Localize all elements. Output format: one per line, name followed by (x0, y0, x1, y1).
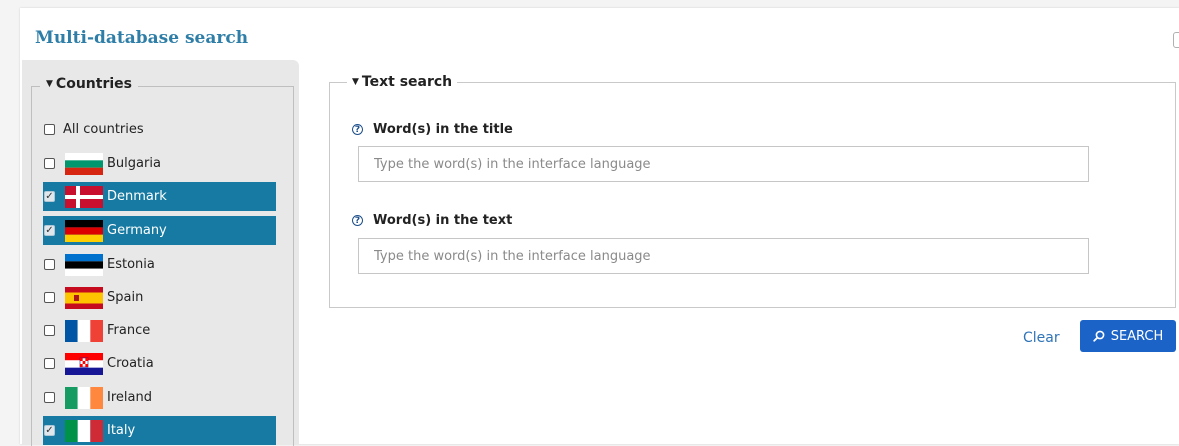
text-search-fieldset (329, 82, 1176, 308)
title-field-label: ? Word(s) in the title (352, 122, 513, 137)
panel-corner-control[interactable] (1173, 32, 1179, 48)
text-search-legend[interactable]: ▼ Text search (347, 73, 458, 93)
text-field-label: ? Word(s) in the text (352, 213, 512, 228)
country-label: Italy (107, 423, 136, 438)
country-row-germany[interactable]: ✓ Germany (43, 216, 276, 245)
country-checkbox[interactable] (44, 392, 55, 403)
country-checkbox[interactable] (44, 358, 55, 369)
france-flag-icon (65, 319, 103, 342)
country-label: Croatia (107, 356, 154, 371)
country-label: Estonia (107, 257, 155, 272)
country-row-all[interactable]: All countries (43, 115, 276, 144)
help-icon[interactable]: ? (352, 215, 363, 226)
page-title: Multi-database search (35, 28, 249, 48)
country-checkbox[interactable]: ✓ (44, 425, 55, 436)
text-search-legend-label: Text search (361, 74, 453, 90)
country-row-croatia[interactable]: Croatia (43, 349, 276, 378)
croatia-flag-icon (65, 352, 103, 375)
country-checkbox[interactable]: ✓ (44, 225, 55, 236)
country-row-denmark[interactable]: ✓ Denmark (43, 182, 276, 211)
country-label: Spain (107, 290, 144, 305)
country-checkbox[interactable]: ✓ (44, 191, 55, 202)
country-checkbox[interactable] (44, 325, 55, 336)
countries-legend[interactable]: ▼ Countries (40, 75, 138, 95)
caret-down-icon: ▼ (46, 79, 53, 89)
country-label: Ireland (107, 390, 152, 405)
all-countries-label: All countries (63, 122, 144, 137)
italy-flag-icon (65, 419, 103, 442)
country-checkbox[interactable] (44, 158, 55, 169)
caret-down-icon: ▼ (352, 77, 359, 87)
country-label: Germany (107, 223, 167, 238)
country-checkbox[interactable] (44, 259, 55, 270)
estonia-flag-icon (65, 253, 103, 276)
text-field-label-text: Word(s) in the text (373, 213, 513, 228)
country-row-spain[interactable]: Spain (43, 283, 276, 312)
search-button-label: SEARCH (1110, 328, 1164, 344)
country-label: Bulgaria (107, 156, 161, 171)
title-field-label-text: Word(s) in the title (373, 122, 513, 137)
text-words-input[interactable] (358, 238, 1089, 274)
denmark-flag-icon (65, 185, 103, 208)
country-checkbox[interactable] (44, 292, 55, 303)
search-icon (1092, 330, 1105, 342)
title-words-input[interactable] (358, 146, 1089, 182)
help-icon[interactable]: ? (352, 124, 363, 135)
country-row-italy[interactable]: ✓ Italy (43, 416, 276, 445)
search-button[interactable]: SEARCH (1080, 320, 1176, 352)
spain-flag-icon (65, 286, 103, 309)
ireland-flag-icon (65, 386, 103, 409)
country-label: Denmark (107, 189, 167, 204)
country-row-bulgaria[interactable]: Bulgaria (43, 149, 276, 178)
bulgaria-flag-icon (65, 152, 103, 175)
country-row-ireland[interactable]: Ireland (43, 383, 276, 412)
country-label: France (107, 323, 151, 338)
germany-flag-icon (65, 219, 103, 242)
countries-legend-label: Countries (55, 76, 132, 92)
country-row-estonia[interactable]: Estonia (43, 250, 276, 279)
clear-link[interactable]: Clear (1023, 330, 1060, 346)
all-countries-checkbox[interactable] (44, 124, 55, 135)
country-row-france[interactable]: France (43, 316, 276, 345)
